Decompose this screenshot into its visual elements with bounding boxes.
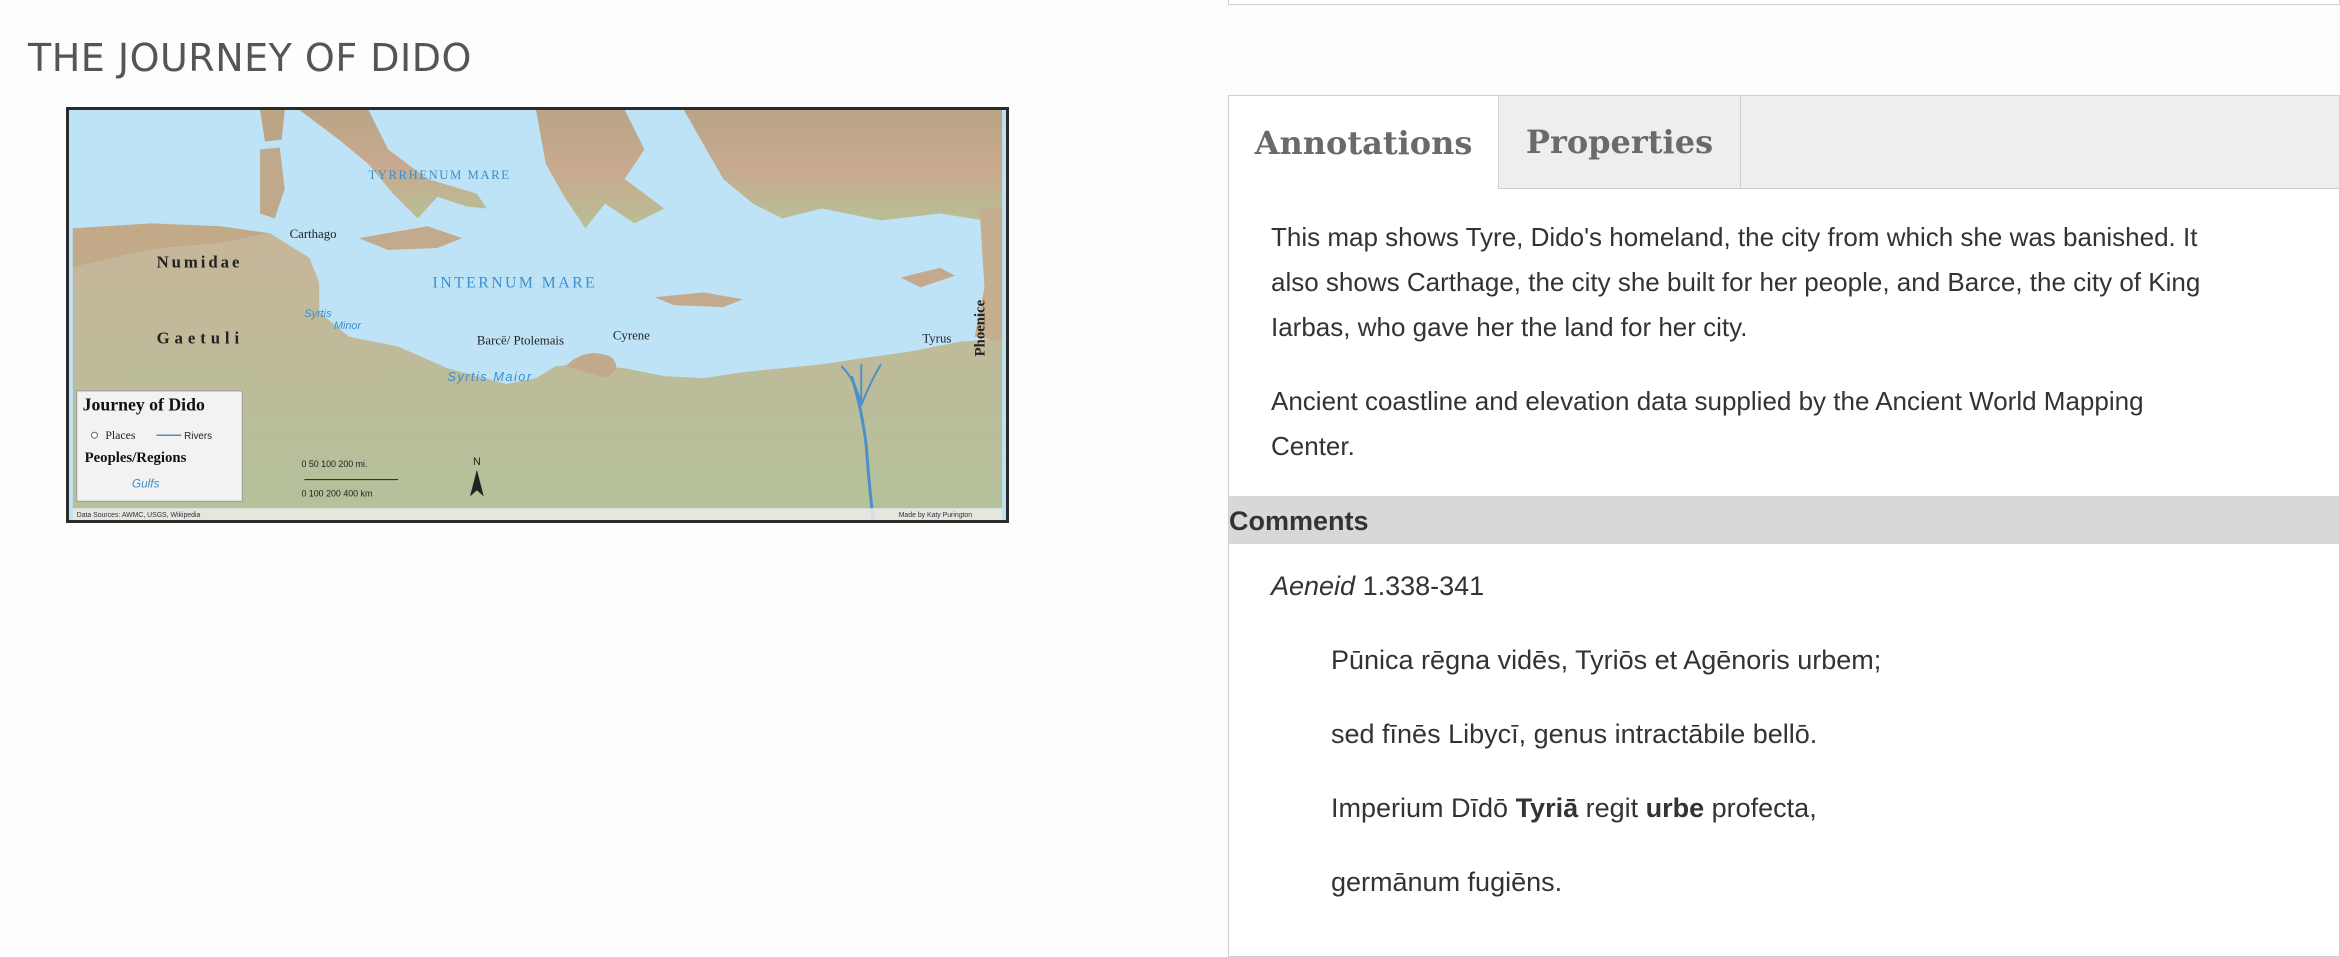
credits-left: Data Sources: AWMC, USGS, Wikipedia: [77, 512, 201, 519]
label-barce: Barcē/ Ptolemais: [477, 334, 564, 348]
legend-places: Places: [105, 428, 136, 442]
legend-peoples: Peoples/Regions: [85, 450, 187, 466]
label-syrtis-minor-2: Minor: [334, 320, 361, 332]
annotation-p2-line-2: Center.: [1271, 431, 1355, 461]
citation-title: Aeneid: [1271, 571, 1356, 601]
verse3-part-e: profecta,: [1704, 793, 1817, 823]
verse-line-1: Pūnica rēgna vidēs, Tyriōs et Agēnoris u…: [1331, 645, 1882, 675]
scale-miles: 0 50 100 200 mi.: [301, 459, 367, 469]
label-phoenice: Phoenice: [972, 299, 988, 356]
verse-line-2: sed fīnēs Libycī, genus intractābile bel…: [1331, 719, 1818, 749]
top-panel-edge: [1228, 0, 2340, 5]
annotation-paragraph-1: This map shows Tyre, Dido's homeland, th…: [1271, 215, 2291, 350]
label-tyrus: Tyrus: [922, 332, 951, 346]
legend-place-symbol: [91, 431, 98, 439]
verse3-bold-tyria: Tyriā: [1515, 793, 1579, 823]
annotation-paragraph-2: Ancient coastline and elevation data sup…: [1271, 379, 2291, 469]
verse3-part-a: Imperium Dīdō: [1331, 793, 1516, 823]
label-tyrrhenum-mare: TYRRHENUM MARE: [368, 168, 510, 182]
annotation-p1-line-1: This map shows Tyre, Dido's homeland, th…: [1271, 222, 2198, 252]
label-syrtis-maior: Syrtis Maior: [447, 369, 532, 384]
label-numidae: Numidae: [157, 253, 243, 272]
comments-header: Comments: [1229, 496, 2339, 544]
verse3-part-c: regit: [1578, 793, 1646, 823]
annotation-p2-line-1: Ancient coastline and elevation data sup…: [1271, 386, 2144, 416]
legend-title: Journey of Dido: [83, 395, 205, 415]
credits-right: Made by Katy Purington: [899, 512, 973, 519]
tab-properties[interactable]: Properties: [1499, 96, 1741, 188]
map-svg: TYRRHENUM MARE INTERNUM MARE Carthago Nu…: [72, 110, 1003, 520]
label-internum-mare: INTERNUM MARE: [433, 274, 598, 291]
scale-km: 0 100 200 400 km: [301, 488, 372, 498]
page-title: THE JOURNEY OF DIDO: [28, 36, 472, 80]
annotation-p1-line-3: Iarbas, who gave her the land for her ci…: [1271, 312, 1748, 342]
dido-map-image[interactable]: TYRRHENUM MARE INTERNUM MARE Carthago Nu…: [66, 107, 1009, 523]
comments-label: Comments: [1229, 506, 1369, 536]
tab-bar: Annotations Properties: [1229, 96, 2339, 189]
label-syrtis-minor-1: Syrtis: [304, 308, 332, 320]
north-label: N: [473, 456, 481, 468]
citation: Aeneid 1.338-341: [1271, 571, 1484, 602]
legend-rivers: Rivers: [184, 431, 212, 442]
annotation-panel: Annotations Properties This map shows Ty…: [1228, 95, 2340, 957]
citation-ref: 1.338-341: [1355, 571, 1485, 601]
verse-line-4: germānum fugiēns.: [1331, 867, 1563, 897]
verse3-bold-urbe: urbe: [1645, 793, 1705, 823]
label-carthago: Carthago: [290, 227, 337, 241]
label-cyrene: Cyrene: [613, 329, 650, 343]
verse-line-3: Imperium Dīdō Tyriā regit urbe profecta,: [1331, 793, 1817, 824]
label-gaetuli: Gaetuli: [157, 329, 245, 348]
legend-gulfs: Gulfs: [132, 476, 160, 490]
annotation-p1-line-2: also shows Carthage, the city she built …: [1271, 267, 2201, 297]
tab-annotations[interactable]: Annotations: [1229, 96, 1499, 189]
credits-strip: [72, 508, 1003, 520]
